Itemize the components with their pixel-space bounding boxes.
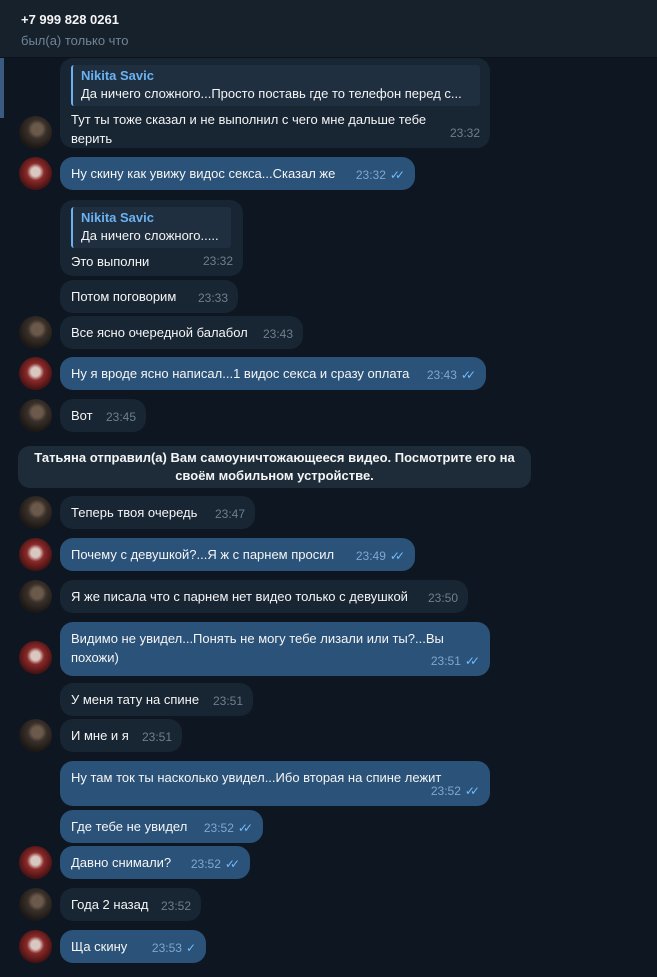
avatar[interactable]: [19, 399, 52, 432]
message-meta: 23:51 ✓✓: [431, 652, 480, 671]
message-meta: 23:32: [203, 252, 233, 271]
message-incoming[interactable]: Я же писала что с парнем нет видео тольк…: [60, 580, 468, 613]
avatar[interactable]: [19, 538, 52, 571]
contact-name[interactable]: +7 999 828 0261: [21, 11, 657, 28]
message-meta: 23:52: [161, 897, 191, 916]
message-meta: 23:50: [428, 589, 458, 608]
avatar[interactable]: [19, 496, 52, 529]
message-time: 23:50: [427, 591, 458, 605]
reply-quote[interactable]: Nikita Savic Да ничего сложного...Просто…: [71, 65, 480, 106]
message-meta: 23:52 ✓✓: [431, 782, 480, 801]
message-meta: 23:32: [450, 124, 480, 143]
message-time: 23:32: [355, 168, 386, 182]
service-message: Татьяна отправил(а) Вам самоуничтожающее…: [18, 446, 531, 488]
message-time: 23:43: [262, 327, 293, 341]
message-incoming[interactable]: Вот 23:45: [60, 399, 146, 432]
message-outgoing[interactable]: Ну я вроде ясно написал...1 видос секса …: [60, 357, 486, 390]
reply-author: Nikita Savic: [81, 210, 154, 225]
message-outgoing[interactable]: Ща скину 23:53 ✓: [60, 930, 206, 963]
message-meta: 23:43 ✓✓: [427, 366, 476, 385]
avatar[interactable]: [19, 157, 52, 190]
check-icon: ✓: [185, 941, 196, 955]
message-outgoing[interactable]: Почему с девушкой?...Я ж с парнем просил…: [60, 538, 415, 571]
avatar[interactable]: [19, 846, 52, 879]
message-meta: 23:32 ✓✓: [356, 166, 405, 185]
avatar[interactable]: [19, 641, 52, 674]
message-time: 23:32: [202, 254, 233, 268]
message-time: 23:47: [214, 507, 245, 521]
message-incoming[interactable]: Теперь твоя очередь 23:47: [60, 496, 255, 529]
message-time: 23:51: [430, 654, 461, 668]
avatar[interactable]: [19, 316, 52, 349]
message-text: Все ясно очередной балабол: [71, 325, 248, 340]
reply-author: Nikita Savic: [81, 68, 154, 83]
contact-status: был(а) только что: [21, 33, 129, 48]
avatar[interactable]: [19, 580, 52, 613]
avatar[interactable]: [19, 930, 52, 963]
double-check-icon: ✓✓: [460, 368, 476, 382]
double-check-icon: ✓✓: [464, 654, 480, 668]
reply-quote[interactable]: Nikita Savic Да ничего сложного.....: [71, 207, 231, 248]
message-meta: 23:45: [106, 408, 136, 427]
message-time: 23:43: [426, 368, 457, 382]
avatar[interactable]: [19, 888, 52, 921]
message-time: 23:49: [355, 549, 386, 563]
message-incoming[interactable]: Года 2 назад 23:52: [60, 888, 201, 921]
avatar[interactable]: [19, 719, 52, 752]
message-outgoing[interactable]: Где тебе не увидел 23:52 ✓✓: [60, 810, 263, 843]
message-outgoing[interactable]: Видимо не увидел...Понять не могу тебе л…: [60, 622, 490, 676]
message-list[interactable]: Nikita Savic Да ничего сложного...Просто…: [0, 58, 657, 977]
reply-text: Да ничего сложного.....: [81, 228, 219, 243]
message-time: 23:32: [449, 126, 480, 140]
message-meta: 23:49 ✓✓: [356, 547, 405, 566]
message-time: 23:51: [141, 730, 172, 744]
double-check-icon: ✓✓: [237, 821, 253, 835]
avatar[interactable]: [19, 357, 52, 390]
message-meta: 23:53 ✓: [152, 939, 196, 958]
message-time: 23:52: [203, 821, 234, 835]
message-incoming[interactable]: Nikita Savic Да ничего сложного...Просто…: [60, 58, 490, 148]
double-check-icon: ✓✓: [389, 168, 405, 182]
message-time: 23:51: [212, 694, 243, 708]
avatar[interactable]: [19, 116, 52, 149]
message-meta: 23:52 ✓✓: [191, 855, 240, 874]
message-meta: 23:43: [263, 325, 293, 344]
message-incoming[interactable]: И мне и я 23:51: [60, 719, 182, 752]
message-incoming[interactable]: У меня тату на спине 23:51: [60, 683, 253, 716]
message-outgoing[interactable]: Ну там ток ты насколько увидел...Ибо вто…: [60, 761, 490, 806]
message-time: 23:52: [190, 857, 221, 871]
message-text: Видимо не увидел...Понять не могу тебе л…: [71, 631, 448, 665]
message-time: 23:52: [160, 899, 191, 913]
message-incoming[interactable]: Потом поговорим 23:33: [60, 280, 238, 313]
message-text: Ну там ток ты насколько увидел...Ибо вто…: [71, 770, 442, 785]
double-check-icon: ✓✓: [389, 549, 405, 563]
message-time: 23:53: [151, 941, 182, 955]
message-text: Я же писала что с парнем нет видео тольк…: [71, 589, 408, 604]
message-text: Тут ты тоже сказал и не выполнил с чего …: [71, 112, 430, 146]
chat-header[interactable]: +7 999 828 0261 был(а) только что: [0, 0, 657, 58]
message-meta: 23:47: [215, 505, 245, 524]
message-incoming[interactable]: Все ясно очередной балабол 23:43: [60, 316, 303, 349]
message-time: 23:52: [430, 784, 461, 798]
message-incoming[interactable]: Nikita Savic Да ничего сложного..... Это…: [60, 200, 243, 276]
message-meta: 23:51: [213, 692, 243, 711]
message-meta: 23:33: [198, 289, 228, 308]
message-outgoing[interactable]: Ну скину как увижу видос секса...Сказал …: [60, 157, 415, 190]
double-check-icon: ✓✓: [464, 784, 480, 798]
message-time: 23:45: [105, 410, 136, 424]
message-text: Ну я вроде ясно написал...1 видос секса …: [71, 366, 410, 381]
message-outgoing[interactable]: Давно снимали? 23:52 ✓✓: [60, 846, 250, 879]
reply-text: Да ничего сложного...Просто поставь где …: [81, 86, 462, 101]
message-time: 23:33: [197, 291, 228, 305]
message-meta: 23:52 ✓✓: [204, 819, 253, 838]
double-check-icon: ✓✓: [224, 857, 240, 871]
message-meta: 23:51: [142, 728, 172, 747]
